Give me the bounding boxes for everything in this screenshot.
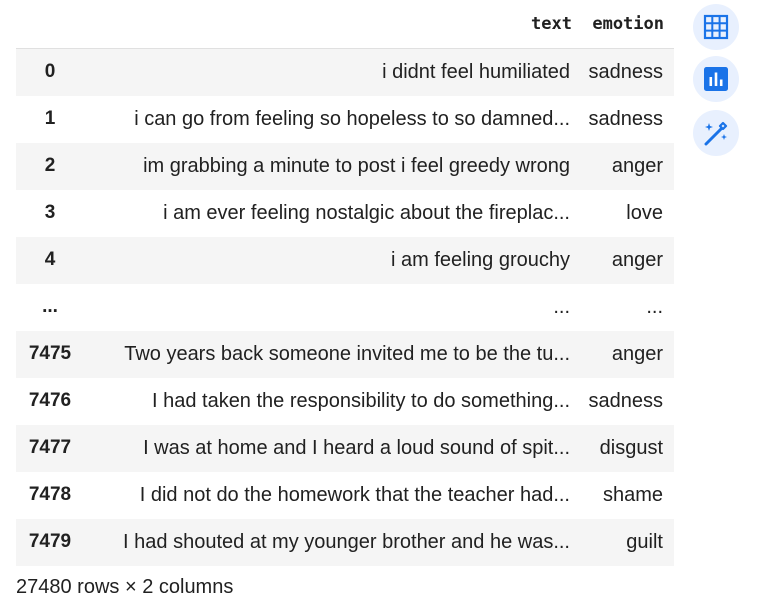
generate-code-button[interactable] (693, 110, 739, 156)
row-index: 4 (16, 236, 84, 284)
column-header-emotion: emotion (582, 0, 674, 49)
text-cell: I did not do the homework that the teach… (139, 483, 570, 506)
row-index: ... (42, 296, 58, 317)
table-shape-summary: 27480 rows × 2 columns (16, 576, 234, 598)
column-header-text: text (84, 0, 582, 49)
suggest-charts-button[interactable] (693, 56, 739, 102)
dataframe-output: text emotion 0 i didnt feel humiliated s… (16, 0, 674, 566)
text-cell: im grabbing a minute to post i feel gree… (84, 142, 582, 190)
emotion-cell: anger (582, 142, 674, 190)
table-row: 0 i didnt feel humiliated sadness (16, 48, 674, 96)
emotion-cell: ... (646, 295, 663, 318)
text-cell: I had shouted at my younger brother and … (84, 518, 582, 566)
table-row: 7475 Two years back someone invited me t… (16, 330, 674, 378)
table-row: 7478 I did not do the homework that the … (16, 472, 674, 519)
emotion-cell: sadness (588, 389, 664, 412)
text-cell: ... (553, 295, 570, 318)
emotion-cell: anger (582, 330, 674, 378)
bar-chart-icon (704, 67, 728, 91)
emotion-cell: shame (602, 483, 663, 506)
dataframe-table: text emotion 0 i didnt feel humiliated s… (16, 0, 674, 566)
magic-wand-icon (704, 121, 728, 146)
emotion-cell: disgust (582, 424, 674, 472)
table-row: 4 i am feeling grouchy anger (16, 236, 674, 284)
emotion-cell: anger (582, 236, 674, 284)
row-index: 2 (16, 142, 84, 190)
emotion-cell: love (626, 201, 663, 224)
table-row: 1 i can go from feeling so hopeless to s… (16, 96, 674, 143)
convert-to-interactive-table-button[interactable] (693, 4, 739, 50)
table-icon (703, 14, 729, 40)
index-header (16, 0, 84, 49)
table-row: 7476 I had taken the responsibility to d… (16, 378, 674, 425)
table-row: 3 i am ever feeling nostalgic about the … (16, 190, 674, 237)
text-cell: Two years back someone invited me to be … (84, 330, 582, 378)
row-index: 3 (44, 202, 56, 223)
text-cell: I had taken the responsibility to do som… (151, 389, 570, 412)
table-row-ellipsis: ... ... ... (16, 284, 674, 331)
row-index: 7479 (16, 518, 84, 566)
row-index: 1 (44, 108, 56, 129)
text-cell: I was at home and I heard a loud sound o… (84, 424, 582, 472)
table-row: 7477 I was at home and I heard a loud so… (16, 424, 674, 472)
text-cell: i am ever feeling nostalgic about the fi… (163, 201, 570, 224)
row-index: 7476 (28, 390, 72, 411)
header-row: text emotion (16, 0, 674, 49)
text-cell: i didnt feel humiliated (84, 48, 582, 96)
table-row: 2 im grabbing a minute to post i feel gr… (16, 142, 674, 190)
emotion-cell: guilt (582, 518, 674, 566)
row-index: 7477 (16, 424, 84, 472)
row-index: 0 (16, 48, 84, 96)
text-cell: i can go from feeling so hopeless to so … (134, 107, 570, 130)
row-index: 7475 (16, 330, 84, 378)
table-row: 7479 I had shouted at my younger brother… (16, 518, 674, 566)
row-index: 7478 (28, 484, 72, 505)
text-cell: i am feeling grouchy (84, 236, 582, 284)
emotion-cell: sadness (582, 48, 674, 96)
emotion-cell: sadness (588, 107, 664, 130)
